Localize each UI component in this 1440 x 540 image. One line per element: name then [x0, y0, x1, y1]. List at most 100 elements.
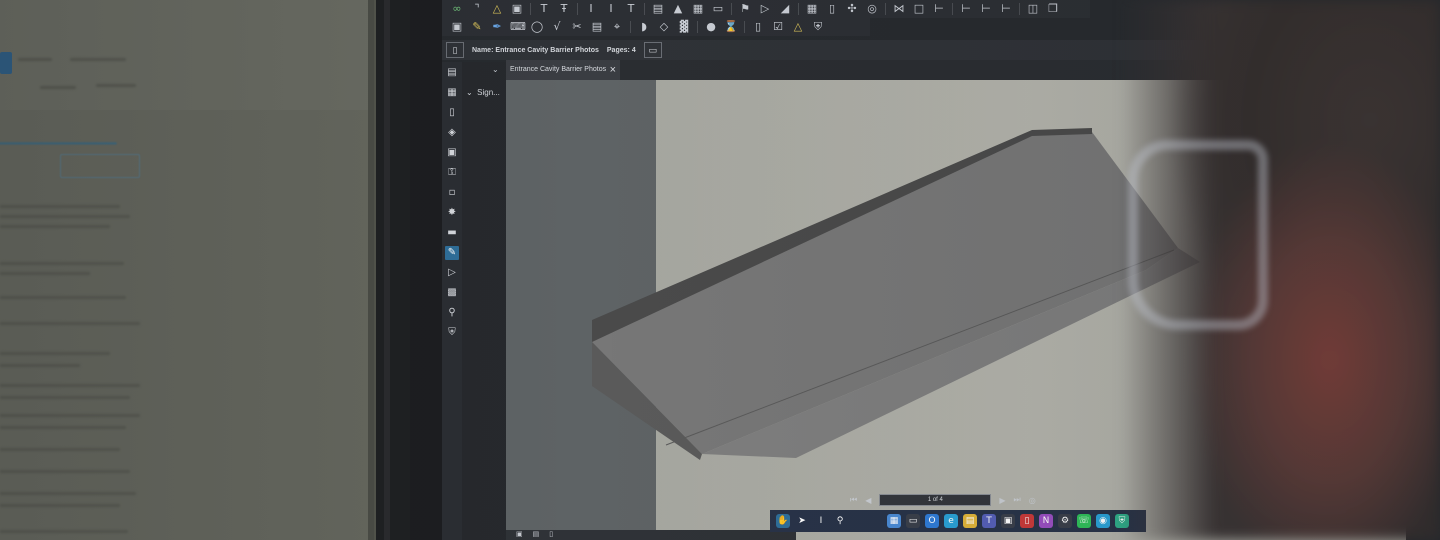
text-strike-icon[interactable]: Ŧ: [557, 2, 571, 16]
left-scrollbar[interactable]: [368, 0, 374, 540]
pin-icon[interactable]: ⊢: [999, 2, 1013, 16]
textbox-icon[interactable]: ▣: [450, 20, 464, 34]
bucket-icon[interactable]: ●: [704, 20, 718, 34]
close-icon[interactable]: ×: [610, 60, 616, 80]
align-center-icon[interactable]: ▲: [671, 2, 685, 16]
previous-page-icon[interactable]: ◀: [865, 496, 871, 505]
text-cursor-icon[interactable]: I: [584, 2, 598, 16]
select-cursor-icon[interactable]: ➤: [795, 514, 809, 528]
page-indicator[interactable]: 1 of 4: [879, 494, 992, 506]
split-view-icon[interactable]: ▤: [533, 530, 540, 540]
pan-hand-icon[interactable]: ✋: [776, 514, 790, 528]
shield-icon[interactable]: ⛨: [811, 20, 825, 34]
settings-icon[interactable]: ⚙: [1058, 514, 1072, 528]
pin-icon[interactable]: ⊢: [959, 2, 973, 16]
shape-icon[interactable]: ⌨: [510, 20, 526, 34]
document-name-label: Name:: [472, 46, 494, 54]
eraser-icon[interactable]: ◇: [657, 20, 671, 34]
hatch-icon[interactable]: ▓: [677, 20, 691, 34]
blurred-text-line: [0, 225, 110, 228]
last-page-icon[interactable]: ⏭: [1014, 495, 1021, 505]
blurred-nav-item[interactable]: [40, 86, 76, 89]
tools-icon[interactable]: ▣: [445, 146, 459, 160]
app-icon[interactable]: ▣: [1001, 514, 1015, 528]
teams-icon[interactable]: T: [982, 514, 996, 528]
first-page-icon[interactable]: ⏮: [850, 495, 857, 505]
panel-section-signatures[interactable]: ⌄ Sign...: [466, 88, 500, 97]
zoom-icon[interactable]: ◎: [1029, 496, 1036, 505]
save-icon[interactable]: ▩: [445, 286, 459, 300]
blurred-nav-item[interactable]: [18, 58, 52, 61]
file-menu-icon[interactable]: ▯: [446, 42, 464, 58]
pdf-app-icon[interactable]: ▯: [1020, 514, 1034, 528]
checkbox-icon[interactable]: ☑: [771, 20, 785, 34]
blurred-nav-item[interactable]: [96, 84, 136, 87]
move-icon[interactable]: ✣: [845, 2, 859, 16]
grid-icon[interactable]: ▦: [805, 2, 819, 16]
shield-icon[interactable]: ⛨: [445, 326, 459, 340]
whatsapp-icon[interactable]: ☏: [1077, 514, 1091, 528]
windows-start-icon[interactable]: ▦: [887, 514, 901, 528]
onenote-icon[interactable]: N: [1039, 514, 1053, 528]
grid-icon[interactable]: ▦: [445, 86, 459, 100]
tab-entrance-cavity-barrier-photos[interactable]: Entrance Cavity Barrier Photos ×: [506, 60, 620, 80]
stamp-icon[interactable]: ⚿: [445, 166, 459, 180]
page-icon[interactable]: ▯: [825, 2, 839, 16]
document-icon[interactable]: ▯: [751, 20, 765, 34]
arrow-icon[interactable]: ▷: [758, 2, 772, 16]
next-page-icon[interactable]: ▶: [999, 496, 1005, 505]
signature-icon[interactable]: ✎: [445, 246, 459, 260]
circle-icon[interactable]: ◯: [530, 20, 544, 34]
brush-icon[interactable]: ⌛: [724, 20, 738, 34]
os-taskbar: ✋ ➤ I ⚲ ▦ ▭ O e ▤ T ▣ ▯ N ⚙ ☏ ◉ ⛨: [770, 510, 1146, 532]
align-left-icon[interactable]: ▤: [651, 2, 665, 16]
file-explorer-icon[interactable]: ▤: [963, 514, 977, 528]
outlook-icon[interactable]: O: [925, 514, 939, 528]
edge-icon[interactable]: e: [944, 514, 958, 528]
copy-icon[interactable]: ❐: [1046, 2, 1060, 16]
text-select-icon[interactable]: I: [814, 514, 828, 528]
search-icon[interactable]: ⚲: [445, 306, 459, 320]
warning-icon[interactable]: △: [791, 20, 805, 34]
task-view-icon[interactable]: ▭: [906, 514, 920, 528]
page-view-icon[interactable]: ▯: [549, 530, 553, 540]
text-icon[interactable]: T: [537, 2, 551, 16]
blurred-nav-item[interactable]: [70, 58, 126, 61]
layers-icon[interactable]: ◫: [1026, 2, 1040, 16]
bell-icon[interactable]: △: [490, 2, 504, 16]
polygon-icon[interactable]: √: [550, 20, 564, 34]
mirror-icon[interactable]: ⋈: [892, 2, 906, 16]
blurred-button[interactable]: [60, 154, 140, 178]
chart-icon[interactable]: ◢: [778, 2, 792, 16]
zoom-icon[interactable]: ⚲: [833, 514, 847, 528]
stamp-icon[interactable]: ✂: [570, 20, 584, 34]
tag-icon[interactable]: ▷: [445, 266, 459, 280]
crop-icon[interactable]: ⌖: [610, 20, 624, 34]
layers-icon[interactable]: ◈: [445, 126, 459, 140]
view-mode-icon[interactable]: ▣: [516, 530, 523, 540]
flag-icon[interactable]: ⚑: [738, 2, 752, 16]
picture-icon[interactable]: ▤: [590, 20, 604, 34]
measure-icon[interactable]: ✸: [445, 206, 459, 220]
browser-icon[interactable]: ◉: [1096, 514, 1110, 528]
form-icon[interactable]: ▫: [445, 186, 459, 200]
dimension-icon[interactable]: ⊢: [932, 2, 946, 16]
highlighter-icon[interactable]: ✎: [470, 20, 484, 34]
image-icon[interactable]: ▣: [510, 2, 524, 16]
distribute-icon[interactable]: ▭: [711, 2, 725, 16]
text-top-icon[interactable]: T: [624, 2, 638, 16]
paperclip-icon[interactable]: ⌝: [470, 2, 484, 16]
pin-icon[interactable]: ⊢: [979, 2, 993, 16]
panel-menu-chevron-icon[interactable]: ⌄: [492, 65, 499, 74]
page-properties-button[interactable]: ▭: [643, 42, 662, 58]
link-icon[interactable]: ∞: [450, 2, 464, 16]
pen-icon[interactable]: ✒: [490, 20, 504, 34]
ruler-icon[interactable]: ▬: [445, 226, 459, 240]
thumbnails-icon[interactable]: ▤: [445, 66, 459, 80]
align-right-icon[interactable]: ▦: [691, 2, 705, 16]
text-insert-icon[interactable]: I: [604, 2, 618, 16]
crop-icon[interactable]: □: [912, 2, 926, 16]
bookmark-icon[interactable]: ▯: [445, 106, 459, 120]
fill-icon[interactable]: ◗: [637, 20, 651, 34]
target-icon[interactable]: ◎: [865, 2, 879, 16]
